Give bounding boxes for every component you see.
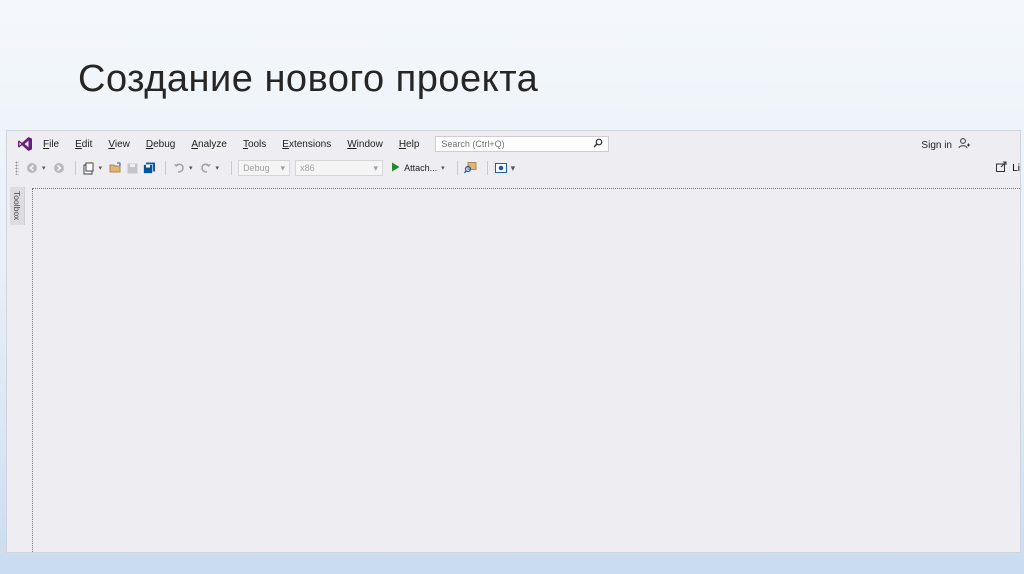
menu-help[interactable]: Help [399,139,420,150]
search-input[interactable]: Search (Ctrl+Q) [435,136,610,152]
toolbox-tab[interactable]: Toolbox [10,187,25,225]
toolbar-separator [486,161,488,175]
editor-area [32,188,1020,552]
standard-toolbar: ▾ ▾ ▾ ▾ Debug ▾ x86 ▾ Attach... ▾ ▾ [7,157,1020,179]
open-folder-icon[interactable] [108,161,122,175]
play-icon [391,162,400,174]
share-icon [996,161,1008,175]
redo-icon[interactable] [199,161,213,175]
toolbox-label: Toolbox [12,191,22,221]
sign-in-label: Sign in [921,139,952,151]
toolbar-separator [231,161,233,175]
chevron-down-icon[interactable]: ▾ [216,164,220,172]
visual-studio-logo-icon [15,134,35,154]
toolbar-options-icon[interactable]: ▾ [511,163,516,174]
visual-studio-window: File Edit View Debug Analyze Tools Exten… [7,131,1020,552]
menu-analyze[interactable]: Analyze [191,139,227,150]
platform-value: x86 [300,163,315,173]
save-icon[interactable] [125,161,139,175]
attach-label: Attach... [404,163,438,173]
chevron-down-icon[interactable]: ▾ [42,164,46,172]
chevron-down-icon[interactable]: ▾ [189,164,193,172]
menu-extensions[interactable]: Extensions [282,139,331,150]
menu-edit[interactable]: Edit [75,139,92,150]
user-icon [958,138,970,152]
forward-navigation-icon[interactable] [52,161,66,175]
chevron-down-icon: ▾ [373,162,379,173]
solution-configuration-dropdown[interactable]: Debug ▾ [238,160,291,176]
menu-bar: File Edit View Debug Analyze Tools Exten… [7,131,1020,157]
menu-debug[interactable]: Debug [146,139,175,150]
sign-in-button[interactable]: Sign in [921,138,970,152]
back-navigation-icon[interactable] [25,161,39,175]
menu-file[interactable]: File [43,139,59,150]
chevron-down-icon: ▾ [280,162,286,173]
menu-tools[interactable]: Tools [243,139,266,150]
toolbar-separator [74,161,76,175]
attach-button[interactable]: Attach... ▾ [391,162,451,174]
save-all-icon[interactable] [142,161,156,175]
solution-platform-dropdown[interactable]: x86 ▾ [295,160,384,176]
toolbar-grip[interactable] [15,161,19,175]
toolbar-separator [165,161,167,175]
live-share-label: Li [1012,162,1020,174]
slide-title: Создание нового проекта [78,58,539,100]
menu-window[interactable]: Window [347,139,383,150]
chevron-down-icon[interactable]: ▾ [441,164,445,172]
screenshot-icon[interactable] [494,161,508,175]
find-in-files-icon[interactable] [464,161,478,175]
menu-view[interactable]: View [108,139,130,150]
undo-icon[interactable] [172,161,186,175]
new-project-icon[interactable] [82,161,96,175]
configuration-value: Debug [243,163,270,173]
search-icon [593,138,603,150]
live-share-button[interactable]: Li [996,161,1020,175]
chevron-down-icon[interactable]: ▾ [99,164,103,172]
search-placeholder: Search (Ctrl+Q) [441,139,505,149]
toolbar-separator [456,161,458,175]
